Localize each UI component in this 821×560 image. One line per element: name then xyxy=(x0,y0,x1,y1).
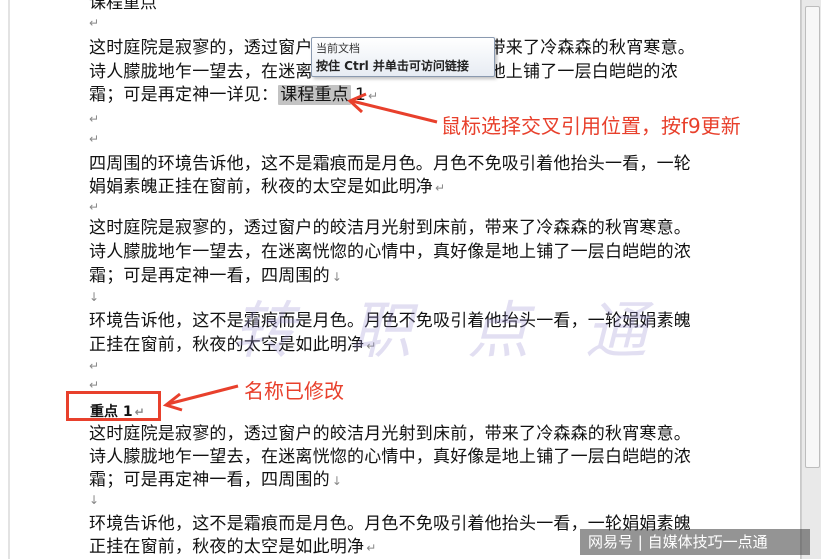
update-hint-annotation: 鼠标选择交叉引用位置，按f9更新 xyxy=(441,114,741,138)
document-area: 课程重点 ↵ 这时庭院是寂寥的，透过窗户 带来了冷森森的秋宵寒意。 诗人朦胧地乍一… xyxy=(0,0,801,559)
annotation-arrows xyxy=(162,92,438,412)
scrollbar-thumb[interactable] xyxy=(805,6,820,468)
vertical-scrollbar[interactable] xyxy=(801,0,821,559)
arrow-to-field-icon xyxy=(347,92,438,124)
renamed-hint-annotation: 名称已修改 xyxy=(244,379,344,403)
arrow-to-heading-icon xyxy=(162,384,239,412)
source-banner: 网易号 | 自媒体技巧一点通 xyxy=(580,529,810,555)
